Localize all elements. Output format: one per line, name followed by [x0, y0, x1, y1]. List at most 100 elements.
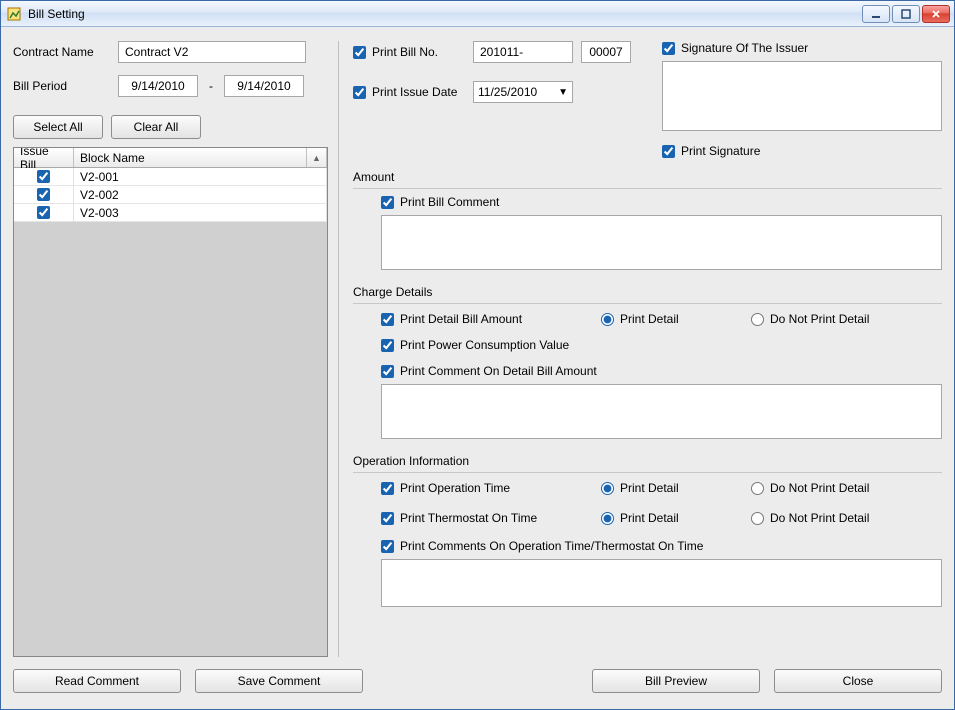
print-detail-bill-amount-check[interactable]: Print Detail Bill Amount	[381, 312, 601, 326]
print-comment-detail-checkbox[interactable]	[381, 365, 394, 378]
charge-not-print-detail-radio[interactable]: Do Not Print Detail	[751, 312, 901, 326]
bill-period-to[interactable]	[224, 75, 304, 97]
charge-not-print-detail-label: Do Not Print Detail	[770, 312, 869, 326]
thermo-not-print-detail-label: Do Not Print Detail	[770, 511, 869, 525]
amount-separator	[353, 188, 942, 189]
op-print-detail-radiobtn[interactable]	[601, 482, 614, 495]
print-detail-bill-amount-checkbox[interactable]	[381, 313, 394, 326]
print-op-comments-label: Print Comments On Operation Time/Thermos…	[400, 539, 703, 553]
minimize-button[interactable]	[862, 5, 890, 23]
contract-row: Contract Name	[13, 41, 328, 63]
titlebar: Bill Setting	[1, 1, 954, 27]
charge-separator	[353, 303, 942, 304]
issue-date-row: Print Issue Date 11/25/2010 ▼	[353, 81, 648, 103]
right-panel: Print Bill No. Print Issue Date	[338, 41, 942, 657]
close-window-button[interactable]	[922, 5, 950, 23]
thermo-not-print-detail-radio[interactable]: Do Not Print Detail	[751, 511, 901, 525]
charge-not-print-detail-radiobtn[interactable]	[751, 313, 764, 326]
operation-time-row: Print Operation Time Print Detail Do Not…	[381, 481, 942, 495]
bill-no-row: Print Bill No.	[353, 41, 648, 63]
print-bill-no-checkbox[interactable]	[353, 46, 366, 59]
bill-no-prefix-field[interactable]	[473, 41, 573, 63]
print-thermostat-time-check[interactable]: Print Thermostat On Time	[381, 511, 601, 525]
charge-print-detail-radiobtn[interactable]	[601, 313, 614, 326]
bill-preview-button[interactable]: Bill Preview	[592, 669, 760, 693]
issue-bill-cell[interactable]	[14, 186, 74, 203]
table-row[interactable]: V2-001	[14, 168, 327, 186]
bill-period-label: Bill Period	[13, 79, 118, 93]
panels: Contract Name Bill Period - Select All C…	[13, 41, 942, 657]
table-row[interactable]: V2-002	[14, 186, 327, 204]
charge-title: Charge Details	[353, 285, 942, 299]
issue-bill-cell[interactable]	[14, 168, 74, 185]
print-issue-date-check[interactable]: Print Issue Date	[353, 85, 473, 99]
print-bill-comment-checkbox[interactable]	[381, 196, 394, 209]
amount-section: Print Bill Comment	[353, 191, 942, 273]
col-block-name[interactable]: Block Name	[74, 148, 307, 167]
print-power-consumption-label: Print Power Consumption Value	[400, 338, 569, 352]
print-operation-time-check[interactable]: Print Operation Time	[381, 481, 601, 495]
bottom-bar: Read Comment Save Comment Bill Preview C…	[13, 657, 942, 701]
operation-title: Operation Information	[353, 454, 942, 468]
print-bill-comment-label: Print Bill Comment	[400, 195, 499, 209]
contract-name-field[interactable]	[118, 41, 306, 63]
print-signature-check[interactable]: Print Signature	[662, 144, 942, 158]
read-comment-button[interactable]: Read Comment	[13, 669, 181, 693]
bill-period-row: Bill Period -	[13, 75, 328, 97]
col-sort-icon[interactable]: ▲	[307, 148, 327, 167]
op-print-detail-radio[interactable]: Print Detail	[601, 481, 751, 495]
print-signature-checkbox[interactable]	[662, 145, 675, 158]
app-icon	[7, 6, 23, 22]
print-comment-detail-check[interactable]: Print Comment On Detail Bill Amount	[381, 364, 942, 378]
charge-print-detail-radio[interactable]: Print Detail	[601, 312, 751, 326]
signature-of-issuer-checkbox[interactable]	[662, 42, 675, 55]
block-grid: Issue Bill Block Name ▲ V2-001V2-002V2-0…	[13, 147, 328, 657]
signature-of-issuer-check[interactable]: Signature Of The Issuer	[662, 41, 942, 55]
col-issue-bill[interactable]: Issue Bill	[14, 148, 74, 167]
operation-comment-textarea[interactable]	[381, 559, 942, 607]
print-issue-date-label: Print Issue Date	[372, 85, 457, 99]
issue-bill-cell[interactable]	[14, 204, 74, 221]
bill-no-seq-field[interactable]	[581, 41, 631, 63]
print-bill-no-check[interactable]: Print Bill No.	[353, 45, 473, 59]
thermo-print-detail-radio[interactable]: Print Detail	[601, 511, 751, 525]
print-issue-date-checkbox[interactable]	[353, 86, 366, 99]
charge-comment-textarea[interactable]	[381, 384, 942, 439]
print-thermostat-time-label: Print Thermostat On Time	[400, 511, 537, 525]
thermo-not-print-detail-radiobtn[interactable]	[751, 512, 764, 525]
print-operation-time-label: Print Operation Time	[400, 481, 510, 495]
print-power-consumption-checkbox[interactable]	[381, 339, 394, 352]
print-operation-time-checkbox[interactable]	[381, 482, 394, 495]
issue-bill-checkbox[interactable]	[37, 170, 50, 183]
issue-date-select[interactable]: 11/25/2010 ▼	[473, 81, 573, 103]
issue-bill-checkbox[interactable]	[37, 188, 50, 201]
print-detail-bill-amount-label: Print Detail Bill Amount	[400, 312, 522, 326]
print-op-comments-checkbox[interactable]	[381, 540, 394, 553]
thermo-print-detail-radiobtn[interactable]	[601, 512, 614, 525]
amount-title: Amount	[353, 170, 942, 184]
clear-all-button[interactable]: Clear All	[111, 115, 201, 139]
dropdown-arrow-icon: ▼	[558, 87, 568, 98]
bill-period-from[interactable]	[118, 75, 198, 97]
maximize-button[interactable]	[892, 5, 920, 23]
op-not-print-detail-radiobtn[interactable]	[751, 482, 764, 495]
print-power-consumption-check[interactable]: Print Power Consumption Value	[381, 338, 942, 352]
print-thermostat-time-checkbox[interactable]	[381, 512, 394, 525]
signature-textarea[interactable]	[662, 61, 942, 131]
table-row[interactable]: V2-003	[14, 204, 327, 222]
select-all-button[interactable]: Select All	[13, 115, 103, 139]
print-options-col: Print Bill No. Print Issue Date	[353, 41, 648, 158]
op-not-print-detail-label: Do Not Print Detail	[770, 481, 869, 495]
bill-comment-textarea[interactable]	[381, 215, 942, 270]
signature-of-issuer-label: Signature Of The Issuer	[681, 41, 808, 55]
window-controls	[862, 5, 950, 23]
content-area: Contract Name Bill Period - Select All C…	[1, 27, 954, 709]
grid-body: V2-001V2-002V2-003	[14, 168, 327, 222]
print-signature-label: Print Signature	[681, 144, 760, 158]
print-op-comments-check[interactable]: Print Comments On Operation Time/Thermos…	[381, 539, 942, 553]
op-not-print-detail-radio[interactable]: Do Not Print Detail	[751, 481, 901, 495]
print-bill-comment-check[interactable]: Print Bill Comment	[381, 195, 942, 209]
issue-bill-checkbox[interactable]	[37, 206, 50, 219]
save-comment-button[interactable]: Save Comment	[195, 669, 363, 693]
close-button[interactable]: Close	[774, 669, 942, 693]
